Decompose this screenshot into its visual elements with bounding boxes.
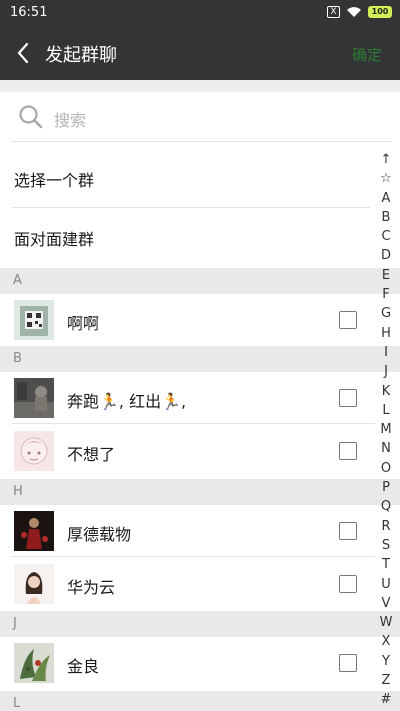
- index-letter[interactable]: S: [372, 536, 400, 555]
- back-arrow-icon[interactable]: [12, 40, 34, 66]
- search-placeholder: 搜索: [54, 111, 87, 130]
- contact-row[interactable]: 厚德载物: [0, 505, 375, 557]
- index-letter[interactable]: F: [372, 285, 400, 304]
- avatar: [14, 431, 54, 471]
- index-letter[interactable]: #: [372, 690, 400, 709]
- section-letter: L: [13, 696, 21, 711]
- contact-checkbox[interactable]: [339, 442, 357, 460]
- option-label: 选择一个群: [14, 171, 95, 190]
- index-letter[interactable]: T: [372, 555, 400, 574]
- avatar: [14, 643, 54, 683]
- alphabet-index-bar[interactable]: ↑ ☆ A B C D E F G H I J K L M N O P Q R S T U V W X Y Z #: [372, 150, 400, 710]
- index-letter[interactable]: Z: [372, 671, 400, 690]
- contact-checkbox[interactable]: [339, 311, 357, 329]
- section-header-a: A: [0, 268, 400, 294]
- contact-name: 金良: [67, 657, 100, 676]
- section-header-j: J: [0, 611, 400, 637]
- option-label: 面对面建群: [14, 230, 95, 249]
- battery-icon: 100: [368, 6, 392, 18]
- index-letter[interactable]: W: [372, 613, 400, 632]
- index-letter[interactable]: Q: [372, 497, 400, 516]
- search-icon: [18, 104, 44, 134]
- index-letter[interactable]: V: [372, 594, 400, 613]
- contact-row[interactable]: 不想了: [0, 425, 375, 477]
- index-letter[interactable]: E: [372, 266, 400, 285]
- contact-row[interactable]: 金良: [0, 637, 375, 689]
- avatar: [14, 378, 54, 418]
- index-letter[interactable]: X: [372, 632, 400, 651]
- search-bar[interactable]: 搜索: [0, 92, 400, 142]
- divider: [12, 556, 375, 557]
- index-letter[interactable]: N: [372, 439, 400, 458]
- contact-name: 啊啊: [67, 314, 100, 333]
- contact-name: 奔跑🏃, 红出🏃,: [67, 392, 187, 411]
- index-letter[interactable]: P: [372, 478, 400, 497]
- confirm-button[interactable]: 确定: [352, 44, 382, 65]
- index-letter[interactable]: ↑: [372, 150, 400, 169]
- contact-checkbox[interactable]: [339, 389, 357, 407]
- index-letter[interactable]: K: [372, 382, 400, 401]
- avatar: [14, 300, 54, 340]
- index-letter[interactable]: H: [372, 324, 400, 343]
- status-bar: 16:51 X 100: [0, 0, 400, 26]
- divider: [12, 207, 370, 208]
- status-time: 16:51: [10, 5, 48, 20]
- page-title: 发起群聊: [45, 45, 117, 66]
- select-group-option[interactable]: 选择一个群: [0, 150, 370, 208]
- divider: [12, 141, 392, 142]
- index-letter[interactable]: B: [372, 208, 400, 227]
- index-letter[interactable]: L: [372, 401, 400, 420]
- index-letter[interactable]: C: [372, 227, 400, 246]
- section-letter: A: [13, 273, 22, 288]
- contact-row[interactable]: 奔跑🏃, 红出🏃,: [0, 372, 375, 424]
- index-letter[interactable]: M: [372, 420, 400, 439]
- index-letter[interactable]: D: [372, 246, 400, 265]
- status-icons: X 100: [327, 6, 392, 18]
- contact-row[interactable]: 啊啊: [0, 294, 375, 346]
- index-letter[interactable]: I: [372, 343, 400, 362]
- contact-checkbox[interactable]: [339, 654, 357, 672]
- section-letter: B: [13, 351, 22, 366]
- section-header-l: L: [0, 691, 400, 711]
- index-letter[interactable]: A: [372, 189, 400, 208]
- no-sim-icon: X: [327, 6, 340, 18]
- top-divider: [0, 80, 400, 92]
- wifi-icon: [346, 6, 362, 18]
- title-bar: 发起群聊 确定: [0, 26, 400, 80]
- contact-name: 厚德载物: [67, 525, 132, 544]
- index-letter[interactable]: O: [372, 459, 400, 478]
- section-letter: J: [13, 616, 17, 631]
- section-letter: H: [13, 484, 23, 499]
- contact-name: 不想了: [67, 445, 116, 464]
- contact-row[interactable]: 华为云: [0, 558, 375, 610]
- index-letter[interactable]: R: [372, 517, 400, 536]
- index-letter[interactable]: U: [372, 575, 400, 594]
- divider: [12, 423, 375, 424]
- section-header-h: H: [0, 479, 400, 505]
- avatar: [14, 564, 54, 604]
- index-letter[interactable]: Y: [372, 652, 400, 671]
- face-to-face-group-option[interactable]: 面对面建群: [0, 209, 370, 267]
- section-header-b: B: [0, 346, 400, 372]
- contact-checkbox[interactable]: [339, 522, 357, 540]
- contact-name: 华为云: [67, 578, 116, 597]
- index-letter[interactable]: J: [372, 362, 400, 381]
- avatar: [14, 511, 54, 551]
- index-letter[interactable]: ☆: [372, 169, 400, 188]
- contact-checkbox[interactable]: [339, 575, 357, 593]
- index-letter[interactable]: G: [372, 304, 400, 323]
